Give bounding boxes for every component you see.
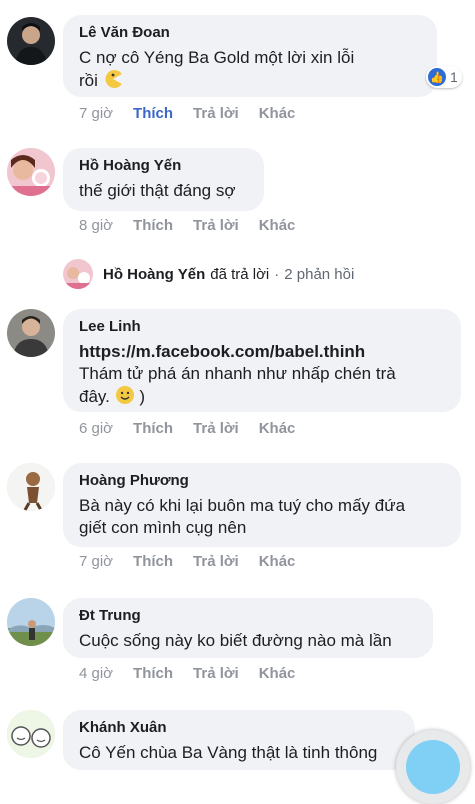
- comment-actions: 8 giờ Thích Trả lời Khác: [79, 217, 315, 234]
- thumbs-up-icon: 👍: [428, 68, 446, 86]
- like-button[interactable]: Thích: [133, 665, 173, 682]
- comment-bubble: Khánh Xuân Cô Yến chùa Ba Vàng thật là t…: [63, 710, 415, 770]
- like-button[interactable]: Thích: [133, 420, 173, 437]
- comment-text: Thám tử phá án nhanh như nhấp chén trà: [79, 364, 396, 383]
- comment-text: Cuộc sống này ko biết đường nào mà lần: [79, 631, 392, 650]
- chat-head-icon: [406, 740, 460, 794]
- reaction-badge[interactable]: 👍 1: [426, 66, 462, 88]
- comment-time: 7 giờ: [79, 105, 114, 122]
- reaction-count: 1: [450, 69, 458, 85]
- person-avatar-icon: [63, 259, 93, 289]
- comment-actions: 4 giờ Thích Trả lời Khác: [79, 665, 315, 682]
- comment-author[interactable]: Lee Linh: [79, 317, 447, 336]
- reply-button[interactable]: Trả lời: [193, 420, 239, 437]
- like-button[interactable]: Thích: [133, 105, 173, 122]
- comment-text: giết con mình cụg nên: [79, 518, 247, 537]
- comment-text: C nợ cô Yéng Ba Gold một lời xin lỗi: [79, 48, 355, 67]
- comment-time: 8 giờ: [79, 217, 114, 234]
- comment-text: thế giới thật đáng sợ: [79, 181, 236, 200]
- reply-button[interactable]: Trả lời: [193, 553, 239, 570]
- comment-bubble: Lee Linh https://m.facebook.com/babel.th…: [63, 309, 461, 412]
- person-avatar-icon: [7, 598, 55, 646]
- pacman-emoji-icon: [105, 70, 122, 88]
- avatar[interactable]: [7, 463, 55, 511]
- comment-text: ): [139, 387, 146, 406]
- comment-author[interactable]: Đt Trung: [79, 606, 419, 625]
- smile-emoji-icon: [115, 386, 134, 404]
- more-button[interactable]: Khác: [259, 420, 296, 437]
- avatar[interactable]: [7, 598, 55, 646]
- comment-link[interactable]: https://m.facebook.com/babel.thinh: [79, 341, 447, 363]
- avatar[interactable]: [7, 710, 55, 758]
- like-button[interactable]: Thích: [133, 217, 173, 234]
- like-button[interactable]: Thích: [133, 553, 173, 570]
- comment-time: 6 giờ: [79, 420, 114, 437]
- avatar[interactable]: [7, 148, 55, 196]
- comment-bubble: Lê Văn Đoan C nợ cô Yéng Ba Gold một lời…: [63, 15, 437, 97]
- chat-head-button[interactable]: [396, 730, 470, 804]
- comment-text: đây.: [79, 387, 110, 406]
- avatar: [63, 259, 93, 289]
- reply-button[interactable]: Trả lời: [193, 105, 239, 122]
- comment-time: 7 giờ: [79, 553, 114, 570]
- avatar[interactable]: [7, 17, 55, 65]
- reply-button[interactable]: Trả lời: [193, 665, 239, 682]
- person-avatar-icon: [7, 463, 55, 511]
- person-avatar-icon: [7, 309, 55, 357]
- comment-text: Bà này có khi lại buôn ma tuý cho mấy đứ…: [79, 496, 406, 515]
- comment-bubble: Hoàng Phương Bà này có khi lại buôn ma t…: [63, 463, 461, 547]
- more-button[interactable]: Khác: [259, 553, 296, 570]
- comment-author[interactable]: Hồ Hoàng Yến: [79, 156, 250, 175]
- reply-author: Hồ Hoàng Yến: [103, 265, 206, 283]
- separator: ·: [274, 265, 280, 283]
- reply-count: 2 phản hồi: [284, 265, 355, 283]
- person-avatar-icon: [7, 17, 55, 65]
- replies-link[interactable]: Hồ Hoàng Yến đã trả lời · 2 phản hồi: [63, 259, 354, 289]
- more-button[interactable]: Khác: [259, 105, 296, 122]
- person-avatar-icon: [7, 710, 55, 758]
- comment-actions: 7 giờ Thích Trả lời Khác: [79, 105, 315, 122]
- comment-bubble: Hồ Hoàng Yến thế giới thật đáng sợ: [63, 148, 264, 211]
- comment-time: 4 giờ: [79, 665, 114, 682]
- comment-text: rồi: [79, 71, 98, 90]
- comment-author[interactable]: Khánh Xuân: [79, 718, 401, 737]
- comment-author[interactable]: Hoàng Phương: [79, 471, 447, 490]
- comment-actions: 6 giờ Thích Trả lời Khác: [79, 420, 315, 437]
- comment-bubble: Đt Trung Cuộc sống này ko biết đường nào…: [63, 598, 433, 658]
- reply-button[interactable]: Trả lời: [193, 217, 239, 234]
- avatar[interactable]: [7, 309, 55, 357]
- reply-action: đã trả lời: [210, 265, 270, 283]
- person-avatar-icon: [7, 148, 55, 196]
- more-button[interactable]: Khác: [259, 217, 296, 234]
- comment-text: Cô Yến chùa Ba Vàng thật là tinh thông: [79, 743, 378, 762]
- comment-author[interactable]: Lê Văn Đoan: [79, 23, 423, 42]
- more-button[interactable]: Khác: [259, 665, 296, 682]
- comment-actions: 7 giờ Thích Trả lời Khác: [79, 553, 315, 570]
